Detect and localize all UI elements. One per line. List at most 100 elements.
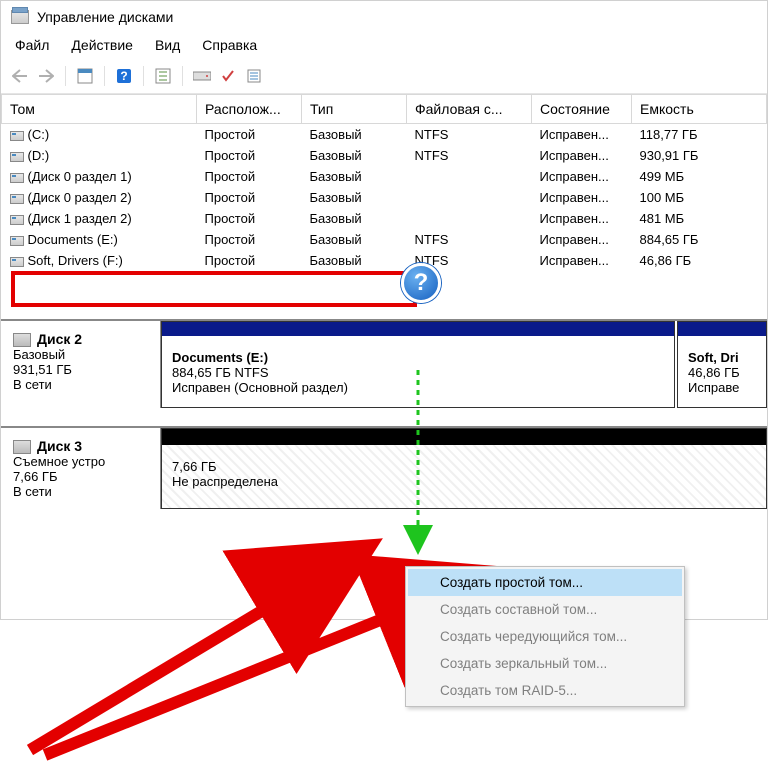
partition-status: Не распределена	[172, 474, 756, 489]
disk-2-type: Базовый	[13, 347, 148, 362]
volume-type: Базовый	[302, 124, 407, 146]
question-bubble-annotation: ?	[401, 263, 441, 303]
volume-name: (C:)	[28, 127, 50, 142]
list-icon[interactable]	[243, 65, 265, 87]
forward-button[interactable]	[35, 65, 57, 87]
partition-title: Documents (E:)	[172, 350, 664, 365]
disk-3-status: В сети	[13, 484, 148, 499]
volume-capacity: 100 МБ	[632, 187, 767, 208]
volume-capacity: 118,77 ГБ	[632, 124, 767, 146]
volume-icon	[10, 236, 24, 246]
volume-icon	[10, 131, 24, 141]
volume-fs: NTFS	[407, 124, 532, 146]
volume-layout: Простой	[197, 187, 302, 208]
volume-type: Базовый	[302, 229, 407, 250]
menu-file[interactable]: Файл	[15, 37, 49, 53]
disk-management-window: Управление дисками Файл Действие Вид Спр…	[0, 0, 768, 620]
disk-2-partition-documents[interactable]: Documents (E:) 884,65 ГБ NTFS Исправен (…	[161, 321, 675, 408]
settings-icon[interactable]	[152, 65, 174, 87]
titlebar: Управление дисками	[1, 1, 767, 31]
volumes-table[interactable]: Том Располож... Тип Файловая с... Состоя…	[1, 94, 767, 271]
partition-sub: 46,86 ГБ	[688, 365, 756, 380]
col-layout[interactable]: Располож...	[197, 95, 302, 124]
disk-2-header[interactable]: Диск 2 Базовый 931,51 ГБ В сети	[1, 321, 161, 408]
volume-name: Documents (E:)	[28, 232, 118, 247]
disk-2-name: Диск 2	[13, 331, 148, 347]
volume-layout: Простой	[197, 166, 302, 187]
table-row[interactable]: (Диск 0 раздел 1)ПростойБазовыйИсправен.…	[2, 166, 767, 187]
toolbar: ?	[1, 61, 767, 94]
svg-text:?: ?	[120, 69, 127, 83]
volume-layout: Простой	[197, 145, 302, 166]
drive-icon[interactable]	[191, 65, 213, 87]
volume-name: (Диск 0 раздел 2)	[28, 190, 132, 205]
volume-status: Исправен...	[532, 250, 632, 271]
table-row[interactable]: (D:) ПростойБазовыйNTFSИсправен...930,91 …	[2, 145, 767, 166]
volume-capacity: 46,86 ГБ	[632, 250, 767, 271]
menu-create-simple-volume[interactable]: Создать простой том...	[408, 569, 682, 596]
disk-3-unallocated[interactable]: 7,66 ГБ Не распределена	[161, 428, 767, 509]
volume-capacity: 499 МБ	[632, 166, 767, 187]
disk-2-row[interactable]: Диск 2 Базовый 931,51 ГБ В сети Document…	[1, 319, 767, 408]
volume-status: Исправен...	[532, 145, 632, 166]
red-arrow-2-annotation	[45, 612, 400, 755]
volume-status: Исправен...	[532, 187, 632, 208]
disk-2-status: В сети	[13, 377, 148, 392]
volume-icon	[10, 194, 24, 204]
check-icon[interactable]	[217, 65, 239, 87]
volume-fs: NTFS	[407, 229, 532, 250]
volume-type: Базовый	[302, 166, 407, 187]
volume-fs	[407, 187, 532, 208]
back-button[interactable]	[9, 65, 31, 87]
volume-name: (Диск 0 раздел 1)	[28, 169, 132, 184]
volume-type: Базовый	[302, 145, 407, 166]
menu-view[interactable]: Вид	[155, 37, 180, 53]
menu-create-raid5-volume: Создать том RAID-5...	[408, 677, 682, 704]
disk-2-partition-soft[interactable]: Soft, Dri 46,86 ГБ Исправе	[677, 321, 767, 408]
volume-name: (Диск 1 раздел 2)	[28, 211, 132, 226]
volume-icon	[10, 257, 24, 267]
col-type[interactable]: Тип	[302, 95, 407, 124]
table-row[interactable]: Soft, Drivers (F:)ПростойБазовыйNTFSИспр…	[2, 250, 767, 271]
volume-layout: Простой	[197, 124, 302, 146]
partition-status: Исправе	[688, 380, 756, 395]
col-capacity[interactable]: Емкость	[632, 95, 767, 124]
volume-type: Базовый	[302, 250, 407, 271]
col-status[interactable]: Состояние	[532, 95, 632, 124]
disk-3-type: Съемное устро	[13, 454, 148, 469]
volume-layout: Простой	[197, 250, 302, 271]
volume-icon	[10, 152, 24, 162]
menu-help[interactable]: Справка	[202, 37, 257, 53]
disk-3-row[interactable]: Диск 3 Съемное устро 7,66 ГБ В сети 7,66…	[1, 426, 767, 509]
red-rectangle-annotation	[11, 271, 417, 307]
volume-layout: Простой	[197, 208, 302, 229]
volume-status: Исправен...	[532, 208, 632, 229]
app-icon	[11, 10, 29, 24]
table-row[interactable]: (Диск 1 раздел 2)ПростойБазовыйИсправен.…	[2, 208, 767, 229]
context-menu: Создать простой том... Создать составной…	[405, 566, 685, 707]
table-row[interactable]: (C:)ПростойБазовыйNTFSИсправен...118,77 …	[2, 124, 767, 146]
volume-icon	[10, 215, 24, 225]
col-fs[interactable]: Файловая с...	[407, 95, 532, 124]
disk-3-header[interactable]: Диск 3 Съемное устро 7,66 ГБ В сети	[1, 428, 161, 509]
annotation-highlight-row: ?	[1, 271, 767, 311]
properties-icon[interactable]	[74, 65, 96, 87]
menu-create-spanned-volume: Создать составной том...	[408, 596, 682, 623]
menu-action[interactable]: Действие	[71, 37, 133, 53]
partition-sub: 7,66 ГБ	[172, 459, 756, 474]
menubar: Файл Действие Вид Справка	[1, 31, 767, 61]
disk-3-name: Диск 3	[13, 438, 148, 454]
help-icon[interactable]: ?	[113, 65, 135, 87]
red-arrow-1-annotation	[30, 600, 280, 750]
volume-name: (D:)	[28, 148, 50, 163]
volume-capacity: 930,91 ГБ	[632, 145, 767, 166]
col-volume[interactable]: Том	[2, 95, 197, 124]
volume-status: Исправен...	[532, 229, 632, 250]
table-row[interactable]: (Диск 0 раздел 2)ПростойБазовыйИсправен.…	[2, 187, 767, 208]
window-title: Управление дисками	[37, 9, 173, 25]
partition-status: Исправен (Основной раздел)	[172, 380, 664, 395]
disk-2-size: 931,51 ГБ	[13, 362, 148, 377]
disk-3-size: 7,66 ГБ	[13, 469, 148, 484]
volume-fs: NTFS	[407, 145, 532, 166]
table-row[interactable]: Documents (E:)ПростойБазовыйNTFSИсправен…	[2, 229, 767, 250]
